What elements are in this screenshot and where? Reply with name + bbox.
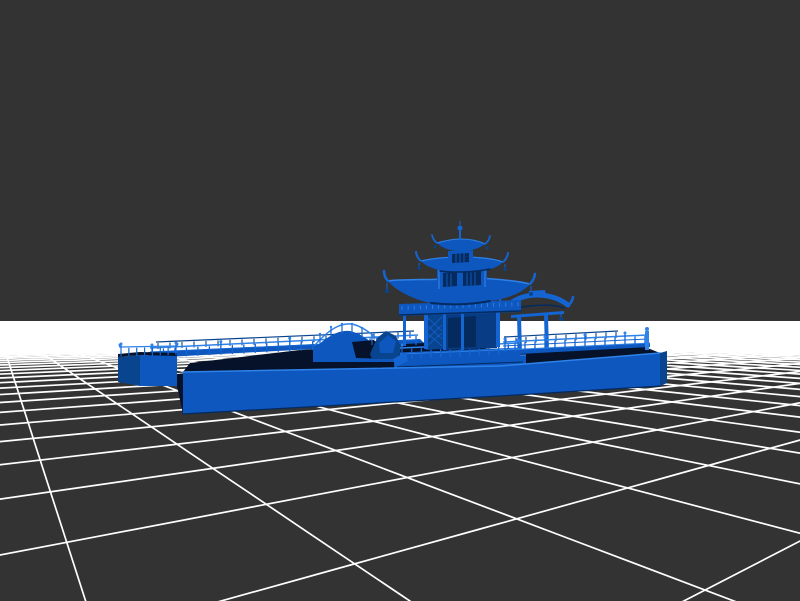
railing-knob	[219, 340, 222, 343]
roof-bell	[486, 247, 489, 250]
end-post	[645, 331, 649, 350]
3d-viewport[interactable]	[0, 0, 800, 601]
tier2-window	[463, 271, 481, 286]
roof-bell	[434, 246, 437, 249]
roof-bell	[385, 289, 389, 293]
roof-bell	[529, 292, 533, 296]
pavilion-column	[443, 311, 446, 350]
platform-right-side	[660, 351, 667, 386]
pavilion-column	[461, 310, 464, 350]
roof-bell	[417, 266, 421, 270]
bridge-knob	[341, 323, 343, 325]
scene-canvas[interactable]	[0, 0, 800, 601]
viewport-background	[0, 0, 800, 601]
bridge-knob	[330, 326, 332, 328]
end-post-knob	[645, 327, 649, 331]
pier-front	[140, 355, 177, 386]
railing-knob	[544, 336, 547, 339]
bridge-knob	[361, 327, 363, 329]
railing-knob	[176, 343, 179, 346]
railing-knob	[624, 332, 627, 335]
bridge-knob	[319, 333, 321, 335]
bridge-knob	[371, 334, 373, 336]
pier-side	[118, 355, 140, 386]
bridge-knob	[351, 323, 353, 325]
railing-knob	[119, 344, 122, 347]
railing-knob	[504, 338, 507, 341]
hanging-lantern	[559, 317, 563, 321]
tier3-window	[452, 253, 469, 263]
railing-knob	[288, 337, 291, 340]
tier2-window	[443, 272, 457, 287]
pavilion-column	[496, 307, 500, 347]
roof-bell	[503, 267, 507, 271]
finial-ball	[458, 226, 463, 231]
horizon-band	[0, 321, 800, 336]
pavilion-column	[424, 311, 428, 349]
railing-knob	[584, 334, 587, 337]
